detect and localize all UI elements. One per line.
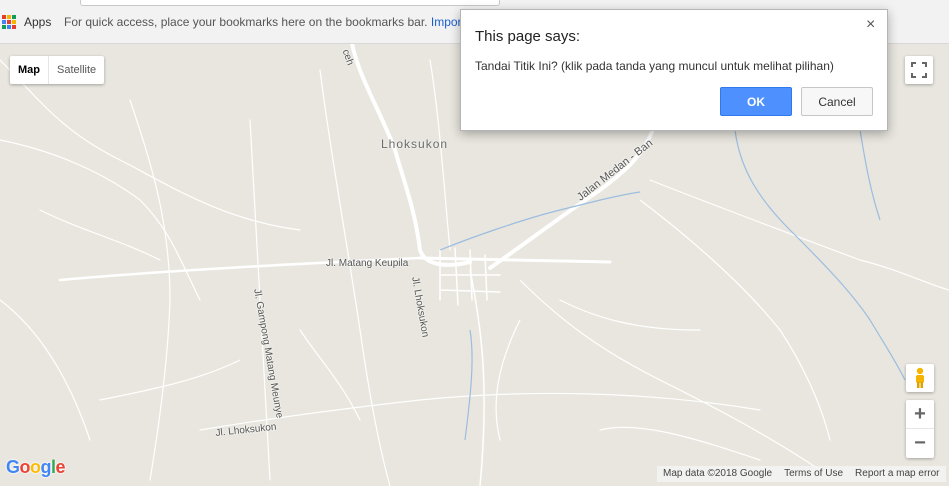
town-label: Lhoksukon bbox=[381, 137, 449, 151]
zoom-in-button[interactable]: + bbox=[906, 400, 934, 429]
apps-grid-icon[interactable] bbox=[2, 15, 16, 29]
cancel-button[interactable]: Cancel bbox=[801, 87, 873, 116]
pegman-icon bbox=[916, 367, 924, 388]
google-logo-letter: o bbox=[19, 457, 31, 477]
map-data-credit: Map data ©2018 Google bbox=[663, 468, 773, 479]
bookmarks-hint: For quick access, place your bookmarks h… bbox=[64, 15, 465, 29]
google-logo-letter: e bbox=[55, 457, 66, 477]
street-view-pegman-button[interactable] bbox=[906, 364, 934, 392]
dialog-message: Tandai Titik Ini? (klik pada tanda yang … bbox=[475, 59, 834, 73]
apps-grid-dot bbox=[2, 15, 6, 19]
close-icon[interactable]: × bbox=[866, 16, 875, 34]
apps-grid-dot bbox=[12, 25, 16, 29]
apps-grid-dot bbox=[7, 25, 11, 29]
fullscreen-button[interactable] bbox=[905, 56, 933, 84]
ok-button[interactable]: OK bbox=[720, 87, 792, 116]
apps-grid-dot bbox=[12, 20, 16, 24]
google-logo[interactable]: Google bbox=[6, 457, 66, 478]
map-type-control: Map Satellite bbox=[10, 56, 105, 84]
dialog-title: This page says: bbox=[475, 28, 581, 45]
confirm-dialog: This page says: × Tandai Titik Ini? (kli… bbox=[460, 9, 888, 131]
map-type-map-button[interactable]: Map bbox=[10, 56, 49, 84]
apps-label[interactable]: Apps bbox=[24, 15, 51, 29]
apps-grid-dot bbox=[7, 20, 11, 24]
zoom-control: + − bbox=[906, 400, 934, 458]
apps-grid-dot bbox=[2, 25, 6, 29]
apps-grid-dot bbox=[7, 15, 11, 19]
fullscreen-icon bbox=[911, 62, 927, 78]
map-type-satellite-button[interactable]: Satellite bbox=[49, 56, 104, 84]
address-bar[interactable] bbox=[80, 0, 500, 6]
terms-of-use-link[interactable]: Terms of Use bbox=[778, 466, 849, 482]
google-logo-letter: G bbox=[6, 457, 20, 477]
google-logo-letter: g bbox=[40, 457, 52, 477]
apps-grid-dot bbox=[12, 15, 16, 19]
map-attribution: Map data ©2018 Google Terms of Use Repor… bbox=[657, 466, 946, 482]
google-logo-letter: o bbox=[30, 457, 41, 477]
zoom-out-button[interactable]: − bbox=[906, 429, 934, 458]
road-label-matang: Jl. Matang Keupila bbox=[326, 258, 409, 269]
apps-grid-dot bbox=[2, 20, 6, 24]
report-map-error-link[interactable]: Report a map error bbox=[849, 466, 945, 482]
